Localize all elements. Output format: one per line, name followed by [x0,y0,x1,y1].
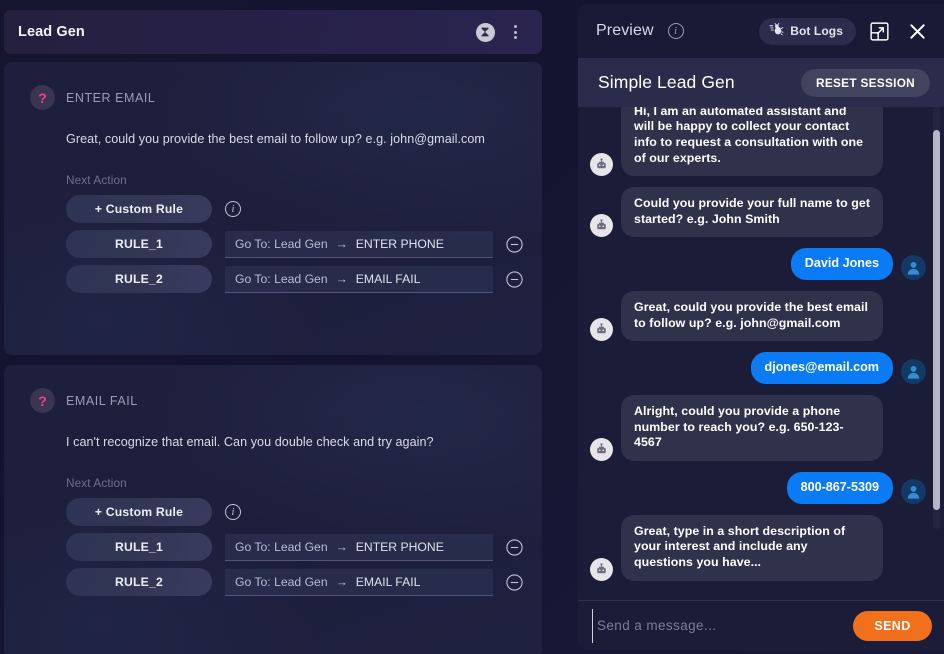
next-action-label: Next Action [66,173,127,187]
arrow-right-icon: → [335,236,348,251]
rule-goto-field[interactable]: Go To: Lead Gen → EMAIL FAIL [225,265,493,293]
message-composer: SEND [578,600,944,650]
goto-target: ENTER PHONE [355,539,444,554]
bot-message-bubble: Alright, could you provide a phone numbe… [621,395,883,462]
user-message-row: 800-867-5309 [590,472,926,504]
goto-prefix: Go To: Lead Gen [235,271,328,286]
bot-message-row: Could you provide your full name to get … [590,187,926,238]
node-title-row: ? EMAIL FAIL [30,388,526,413]
add-custom-rule-button[interactable]: + Custom Rule [66,498,212,526]
minus-circle-icon[interactable] [502,235,526,253]
bot-message-bubble: Great, could you provide the best email … [621,291,883,342]
user-avatar-icon [901,478,926,504]
user-avatar-icon [901,359,926,385]
preview-title: Preview [596,22,654,39]
kebab-dots [513,25,517,39]
bot-message-row: Hi, I am an automated assistant and will… [590,107,926,177]
goto-prefix: Go To: Lead Gen [235,539,328,554]
bot-message-bubble: Could you provide your full name to get … [621,187,883,238]
bot-avatar-icon [590,153,613,177]
custom-rule-row: + Custom Rule i [66,195,526,223]
question-mark-icon: ? [30,85,55,110]
rule-name-button[interactable]: RULE_2 [66,265,212,293]
bot-logs-button[interactable]: Bot Logs [759,17,856,45]
rule-goto-field[interactable]: Go To: Lead Gen → ENTER PHONE [225,230,493,258]
user-message-bubble: 800-867-5309 [786,472,893,504]
hourglass-circle-icon[interactable] [470,17,500,47]
goto-target: ENTER PHONE [355,236,444,251]
add-custom-rule-button[interactable]: + Custom Rule [66,195,212,223]
user-message-bubble: djones@email.com [750,352,893,385]
chat-scrollbar-thumb[interactable] [933,130,940,510]
reset-session-button[interactable]: RESET SESSION [801,68,930,97]
rule-row: RULE_2 Go To: Lead Gen → EMAIL FAIL [66,568,526,596]
bot-message-row: Great, type in a short description of yo… [590,514,926,581]
arrow-right-icon: → [335,271,348,286]
node-prompt-text: I can't recognize that email. Can you do… [66,435,434,449]
bot-avatar-icon [590,214,613,238]
rule-name-button[interactable]: RULE_1 [66,533,212,561]
rule-goto-field[interactable]: Go To: Lead Gen → EMAIL FAIL [225,568,493,596]
bot-message-bubble: Hi, I am an automated assistant and will… [621,107,883,177]
arrow-right-icon: → [335,574,348,589]
goto-target: EMAIL FAIL [355,271,421,286]
user-message-row: djones@email.com [590,352,926,385]
minus-circle-icon[interactable] [502,270,526,288]
user-avatar-icon [901,255,926,281]
info-icon[interactable]: i [225,504,241,520]
rule-row: RULE_1 Go To: Lead Gen → ENTER PHONE [66,230,526,258]
preview-panel: Preview i Bot Logs Simple Lead Gen RESET… [578,4,944,650]
info-icon[interactable]: i [225,201,241,217]
node-title: ENTER EMAIL [66,90,156,105]
node-card-email-fail[interactable]: ? EMAIL FAIL I can't recognize that emai… [4,365,542,654]
rule-row: RULE_1 Go To: Lead Gen → ENTER PHONE [66,533,526,561]
flow-editor-pane: Lead Gen ? ENTER EMAIL Great, could you … [0,0,560,654]
bot-logs-label: Bot Logs [790,24,843,38]
bot-message-row: Alright, could you provide a phone numbe… [590,395,926,462]
kebab-menu-icon[interactable] [500,17,530,47]
bug-icon [769,22,784,40]
close-icon[interactable] [902,16,932,46]
node-title: EMAIL FAIL [66,393,138,408]
rule-name-button[interactable]: RULE_2 [66,568,212,596]
next-action-label: Next Action [66,476,127,490]
rule-row: RULE_2 Go To: Lead Gen → EMAIL FAIL [66,265,526,293]
bot-avatar-icon [590,438,613,462]
bot-name: Simple Lead Gen [598,72,735,92]
rule-name-button[interactable]: RULE_1 [66,230,212,258]
goto-target: EMAIL FAIL [355,574,421,589]
expand-icon[interactable] [864,16,894,46]
question-mark-icon: ? [30,388,55,413]
node-prompt-text: Great, could you provide the best email … [66,132,485,146]
bot-message-bubble: Great, type in a short description of yo… [621,514,883,581]
page-title: Lead Gen [18,24,85,40]
minus-circle-icon[interactable] [502,573,526,591]
goto-prefix: Go To: Lead Gen [235,236,328,251]
info-icon[interactable]: i [667,23,684,39]
node-card-enter-email[interactable]: ? ENTER EMAIL Great, could you provide t… [4,62,542,355]
rules-block: + Custom Rule i RULE_1 Go To: Lead Gen →… [66,195,526,293]
bot-avatar-icon [590,557,613,581]
hourglass-circle-glyph [475,22,495,42]
bot-message-row: Great, could you provide the best email … [590,291,926,342]
bot-titlebar: Simple Lead Gen RESET SESSION [578,58,944,107]
message-input[interactable] [592,608,843,643]
minus-circle-icon[interactable] [502,538,526,556]
arrow-right-icon: → [335,539,348,554]
send-button[interactable]: SEND [853,610,932,641]
bot-avatar-icon [590,318,613,342]
user-message-row: David Jones [590,248,926,281]
user-message-bubble: David Jones [790,248,893,281]
node-title-row: ? ENTER EMAIL [30,85,526,110]
flow-header: Lead Gen [4,10,542,54]
goto-prefix: Go To: Lead Gen [235,574,328,589]
rule-goto-field[interactable]: Go To: Lead Gen → ENTER PHONE [225,533,493,561]
chat-message-list: hiHi, I am an automated assistant and wi… [578,107,944,600]
preview-topbar: Preview i Bot Logs [578,4,944,58]
rules-block: + Custom Rule i RULE_1 Go To: Lead Gen →… [66,498,526,596]
custom-rule-row: + Custom Rule i [66,498,526,526]
